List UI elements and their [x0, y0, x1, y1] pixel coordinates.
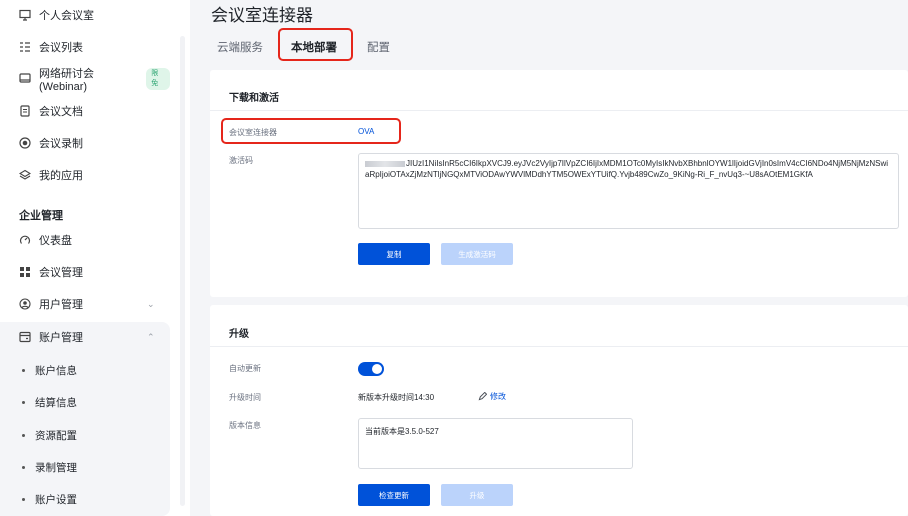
sidebar-item-label: 会议录制 [39, 138, 83, 150]
chevron-down-icon[interactable]: ⌄ [147, 299, 155, 310]
sidebar-subitem-label: 资源配置 [35, 429, 77, 442]
highlight-box-connector [221, 118, 401, 144]
document-icon [19, 105, 31, 117]
sidebar-item-meeting-list[interactable]: 会议列表 [0, 32, 170, 62]
free-badge: 限免 [146, 68, 170, 90]
sidebar-subitem-billing-info[interactable]: 结算信息 [0, 387, 170, 417]
page-title: 会议室连接器 [211, 6, 313, 25]
sidebar: 个人会议室 会议列表 网络研讨会(Webinar) 限免 会议文档 会议录制 我… [0, 0, 190, 516]
auto-update-label: 自动更新 [229, 364, 261, 373]
sidebar-item-label: 我的应用 [39, 170, 83, 182]
bullet-icon [22, 465, 25, 469]
version-info-textarea[interactable]: 当前版本是3.5.0-527 [358, 418, 633, 469]
sidebar-item-label: 网络研讨会(Webinar) [39, 68, 94, 93]
upgrade-card: 升级 [210, 305, 908, 516]
sidebar-item-label: 会议列表 [39, 42, 83, 54]
redacted-mask [365, 160, 405, 167]
sidebar-subitem-account-settings[interactable]: 账户设置 [0, 484, 170, 514]
upgrade-button[interactable]: 升级 [441, 484, 513, 506]
tab-cloud-service[interactable]: 云端服务 [217, 39, 263, 55]
sidebar-item-webinar[interactable]: 网络研讨会(Webinar) 限免 [0, 64, 170, 94]
version-info-label: 版本信息 [229, 421, 261, 430]
activation-code-text: JIUzI1NiIsInR5cCI6IkpXVCJ9.eyJVc2VyIjp7I… [365, 159, 889, 179]
upgrade-time-label: 升级时间 [229, 393, 261, 402]
sidebar-subitem-recording-management[interactable]: 录制管理 [0, 452, 170, 482]
copy-button[interactable]: 复制 [358, 243, 430, 265]
edit-link-label: 修改 [490, 392, 506, 401]
list-icon [19, 41, 31, 53]
sidebar-item-personal-room[interactable]: 个人会议室 [0, 0, 170, 30]
sidebar-subitem-label: 结算信息 [35, 396, 77, 409]
sidebar-subitem-resource-config[interactable]: 资源配置 [0, 420, 170, 450]
sidebar-item-label: 个人会议室 [39, 10, 94, 22]
sidebar-item-my-apps[interactable]: 我的应用 [0, 160, 170, 190]
sidebar-item-meeting-management[interactable]: 会议管理 [0, 257, 170, 287]
sidebar-item-label: 会议管理 [39, 267, 83, 279]
monitor-icon [19, 73, 31, 85]
grid-icon [19, 266, 31, 278]
sidebar-item-recording[interactable]: 会议录制 [0, 128, 170, 158]
bullet-icon [22, 433, 25, 437]
activation-code-label: 激活码 [229, 156, 253, 165]
divider [210, 346, 908, 347]
bullet-icon [22, 497, 25, 501]
highlight-box-tab [278, 28, 353, 61]
auto-update-toggle[interactable] [358, 362, 384, 376]
sidebar-item-user-management[interactable]: 用户管理 ⌄ [0, 289, 170, 319]
sidebar-subitem-label: 账户信息 [35, 364, 77, 377]
generate-code-button[interactable]: 生成激活码 [441, 243, 513, 265]
upgrade-section-title: 升级 [229, 329, 249, 340]
screen-icon [19, 9, 31, 21]
toggle-knob [372, 364, 382, 374]
sidebar-item-docs[interactable]: 会议文档 [0, 96, 170, 126]
sidebar-item-label: 账户管理 [39, 332, 83, 344]
bullet-icon [22, 400, 25, 404]
sidebar-item-account-management[interactable]: 账户管理 ⌃ [0, 322, 170, 352]
activation-code-textarea[interactable]: JIUzI1NiIsInR5cCI6IkpXVCJ9.eyJVc2VyIjp7I… [358, 153, 899, 229]
download-section-title: 下载和激活 [229, 93, 279, 104]
record-icon [19, 137, 31, 149]
sidebar-item-dashboard[interactable]: 仪表盘 [0, 225, 170, 255]
sidebar-item-label: 会议文档 [39, 106, 83, 118]
pencil-icon [478, 392, 487, 401]
edit-link[interactable]: 修改 [478, 391, 506, 402]
user-icon [19, 298, 31, 310]
version-info-text: 当前版本是3.5.0-527 [365, 427, 439, 436]
sidebar-item-label: 仪表盘 [39, 235, 72, 247]
sidebar-scrollbar[interactable] [180, 36, 185, 506]
check-update-button[interactable]: 检查更新 [358, 484, 430, 506]
sidebar-subitem-label: 录制管理 [35, 461, 77, 474]
divider [210, 110, 908, 111]
sidebar-subitem-account-info[interactable]: 账户信息 [0, 355, 170, 385]
gauge-icon [19, 234, 31, 246]
sidebar-subitem-label: 账户设置 [35, 493, 77, 506]
enterprise-section-title: 企业管理 [19, 210, 63, 222]
sidebar-item-label: 用户管理 [39, 299, 83, 311]
tab-config[interactable]: 配置 [367, 39, 390, 55]
bullet-icon [22, 368, 25, 372]
chevron-up-icon[interactable]: ⌃ [147, 332, 155, 343]
upgrade-time-value: 新版本升级时间14:30 [358, 393, 435, 402]
account-icon [19, 331, 31, 343]
layers-icon [19, 169, 31, 181]
